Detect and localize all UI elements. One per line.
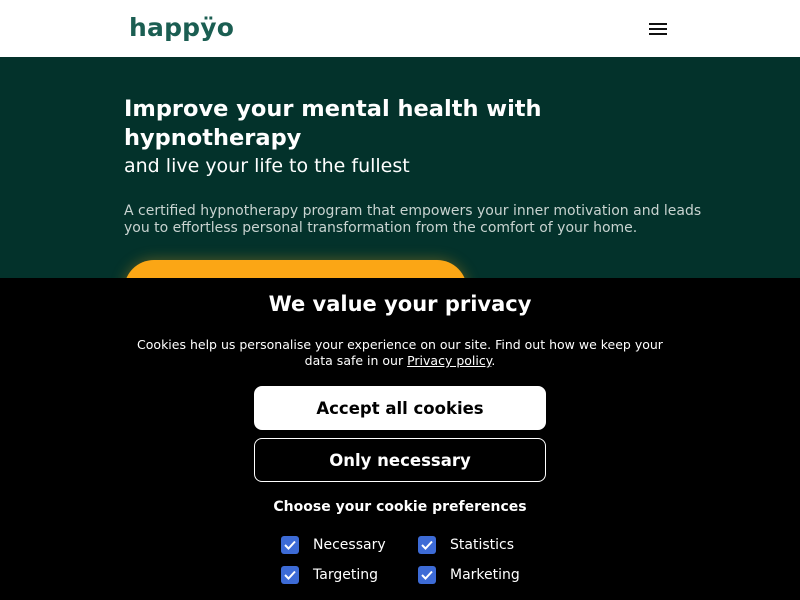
cookie-text-body: Cookies help us personalise your experie… — [137, 337, 663, 368]
cookie-preferences-heading: Choose your cookie preferences — [273, 499, 527, 515]
checkbox-checked-icon[interactable] — [418, 566, 436, 584]
menu-line — [649, 23, 667, 25]
preference-targeting[interactable]: Targeting — [281, 566, 378, 584]
checkbox-checked-icon[interactable] — [281, 566, 299, 584]
menu-line — [649, 28, 667, 30]
preference-label: Targeting — [313, 567, 378, 583]
cookie-text-end: . — [491, 353, 496, 368]
happyo-logo[interactable]: happÿo — [129, 13, 234, 42]
preference-label: Marketing — [450, 567, 520, 583]
hero-subtitle: and live your life to the fullest — [124, 155, 410, 177]
hamburger-menu-icon[interactable] — [646, 18, 670, 40]
cookie-banner-title: We value your privacy — [268, 292, 532, 316]
privacy-policy-link[interactable]: Privacy policy — [407, 353, 491, 368]
hero-description: A certified hypnotherapy program that em… — [124, 203, 702, 236]
checkbox-checked-icon[interactable] — [418, 536, 436, 554]
hero-title: Improve your mental health with hypnothe… — [124, 96, 542, 151]
preference-necessary[interactable]: Necessary — [281, 536, 386, 554]
preference-statistics[interactable]: Statistics — [418, 536, 514, 554]
preference-label: Necessary — [313, 537, 386, 553]
menu-line — [649, 33, 667, 35]
preference-label: Statistics — [450, 537, 514, 553]
cookie-banner-text: Cookies help us personalise your experie… — [130, 337, 670, 369]
cookie-banner: We value your privacy Cookies help us pe… — [0, 278, 800, 600]
preference-marketing[interactable]: Marketing — [418, 566, 520, 584]
only-necessary-button[interactable]: Only necessary — [254, 438, 546, 482]
checkbox-checked-icon[interactable] — [281, 536, 299, 554]
accept-all-cookies-button[interactable]: Accept all cookies — [254, 386, 546, 430]
site-header: happÿo — [0, 0, 800, 57]
hero-section: Improve your mental health with hypnothe… — [0, 57, 800, 320]
